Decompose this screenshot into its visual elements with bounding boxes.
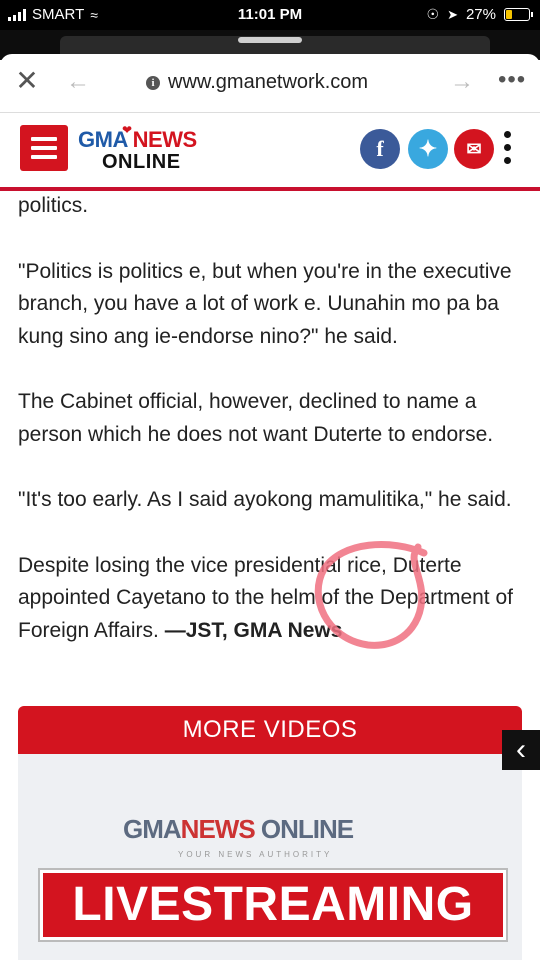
article-body: politics. "Politics is politics e, but w… (18, 184, 528, 647)
battery-percent: 27% (465, 6, 496, 23)
gma-news-logo[interactable]: ❤ GMA NEWS ONLINE (78, 123, 218, 175)
rotation-lock-icon: ☉ (426, 6, 440, 22)
twitter-share-icon[interactable]: ✦ (408, 129, 448, 169)
more-icon[interactable]: ••• (498, 66, 526, 94)
thumbnail-logo: GMANEWS ONLINE (123, 814, 354, 845)
battery-icon (504, 8, 533, 21)
article-paragraph: politics. (18, 194, 89, 217)
back-arrow-icon[interactable]: ← (66, 68, 90, 96)
address-bar[interactable]: i www.gmanetwork.com (146, 71, 368, 94)
logo-online: ONLINE (102, 151, 181, 173)
logo-news: NEWS (132, 127, 198, 152)
browser-sheet: ✕ ← i www.gmanetwork.com → ••• ❤ GMA NEW… (0, 54, 540, 960)
menu-icon[interactable] (20, 125, 68, 171)
thumbnail-logo-online: ONLINE (260, 814, 354, 844)
article-paragraph: "Politics is politics e, but when you're… (18, 259, 512, 348)
more-videos-widget: MORE VIDEOS GMANEWS ONLINE YOUR NEWS AUT… (18, 706, 522, 960)
thumbnail-tagline: YOUR NEWS AUTHORITY (178, 850, 333, 859)
url-text: www.gmanetwork.com (168, 71, 369, 93)
thumbnail-logo-news: NEWS (180, 814, 256, 844)
status-bar: SMART ≈ 11:01 PM ☉ ➤ 27% (0, 0, 540, 30)
more-videos-header: MORE VIDEOS (18, 706, 522, 754)
location-icon: ➤ (447, 6, 458, 22)
article-paragraph: Despite losing the vice presidential ric… (18, 550, 528, 648)
close-icon[interactable]: ✕ (14, 67, 40, 95)
forward-arrow-icon[interactable]: → (450, 68, 474, 96)
article-paragraph: "It's too early. As I said ayokong mamul… (18, 488, 512, 511)
browser-toolbar: ✕ ← i www.gmanetwork.com → ••• (0, 54, 540, 113)
article-byline: —JST, GMA News (164, 618, 343, 642)
livestreaming-banner: LIVESTREAMING (40, 870, 506, 940)
chevron-left-icon[interactable]: ‹ (502, 730, 540, 770)
kebab-menu-icon[interactable] (504, 131, 512, 167)
site-header: ❤ GMA NEWS ONLINE f ✦ ✉ (0, 113, 540, 191)
video-thumbnail[interactable]: GMANEWS ONLINE YOUR NEWS AUTHORITY LIVES… (18, 754, 522, 960)
thumbnail-logo-gma: GMA (123, 814, 182, 844)
info-icon[interactable]: i (146, 75, 160, 90)
facebook-share-icon[interactable]: f (360, 129, 400, 169)
email-share-icon[interactable]: ✉ (454, 129, 494, 169)
article-paragraph: The Cabinet official, however, declined … (18, 390, 494, 446)
logo-gma: GMA (78, 127, 128, 152)
sheet-handle[interactable] (238, 37, 302, 43)
